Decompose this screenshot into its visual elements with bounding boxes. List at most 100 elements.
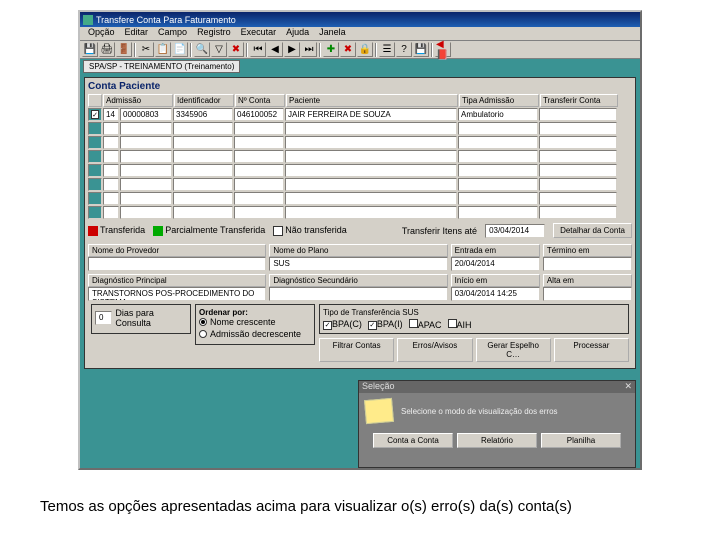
conta-button[interactable]: Conta a Conta: [373, 433, 453, 448]
save-icon[interactable]: 💾: [82, 42, 98, 57]
menu-opcao[interactable]: Opção: [83, 27, 120, 40]
chk-bpai[interactable]: ✓: [368, 321, 377, 330]
planilha-button[interactable]: Planilha: [541, 433, 621, 448]
help-icon[interactable]: ?: [396, 42, 412, 57]
separator: [319, 43, 321, 57]
titlebar: Transfere Conta Para Faturamento: [80, 12, 640, 27]
processar-button[interactable]: Processar: [554, 338, 629, 362]
paste-icon[interactable]: 📄: [172, 42, 188, 57]
diag1-field[interactable]: TRANSTORNOS POS-PROCEDIMENTO DO SISTEMA: [88, 287, 266, 301]
cell-paciente: JAIR FERREIRA DE SOUZA: [285, 108, 457, 121]
menu-registro[interactable]: Registro: [192, 27, 236, 40]
termino-label: Término em: [543, 244, 632, 257]
close-icon[interactable]: ✕: [624, 381, 632, 393]
cut-icon[interactable]: ✂: [138, 42, 154, 57]
cell-conta: 046100052: [234, 108, 284, 121]
detalhar-button[interactable]: Detalhar da Conta: [553, 223, 632, 238]
note-icon: [364, 398, 394, 424]
menu-editar[interactable]: Editar: [120, 27, 154, 40]
cell-seq: 14: [103, 108, 119, 121]
swatch-white: [273, 226, 283, 236]
legend-parcial: Parcialmente Transferida: [165, 225, 265, 235]
legend-transferida: Transferida: [100, 225, 145, 235]
row-check[interactable]: ✓: [91, 110, 99, 119]
table-row[interactable]: ✓ 14 00000803 3345906 046100052 JAIR FER…: [88, 108, 632, 121]
col-admissao: Admissão: [103, 94, 173, 107]
swatch-green: [153, 226, 163, 236]
subtab-label[interactable]: SPA/SP - TREINAMENTO (Treinamento): [83, 60, 240, 73]
plano-field[interactable]: SUS: [269, 257, 447, 271]
separator: [431, 43, 433, 57]
prov-field[interactable]: [88, 257, 266, 271]
table-row[interactable]: [88, 150, 632, 163]
col-transferir: Transferir Conta: [540, 94, 618, 107]
chk-aih[interactable]: [448, 319, 457, 328]
add-icon[interactable]: ✚: [323, 42, 339, 57]
list-icon[interactable]: ☰: [379, 42, 395, 57]
main-panel: Conta Paciente Admissão Identificador Nº…: [84, 77, 636, 369]
menu-executar[interactable]: Executar: [236, 27, 282, 40]
col-tipo: Tipa Admissão: [459, 94, 539, 107]
menu-ajuda[interactable]: Ajuda: [281, 27, 314, 40]
cell-tipo: Ambulatorio: [458, 108, 538, 121]
popup-dialog: Seleção ✕ Selecione o modo de visualizaç…: [358, 380, 636, 468]
menu-janela[interactable]: Janela: [314, 27, 351, 40]
table-row[interactable]: [88, 178, 632, 191]
save2-icon[interactable]: 💾: [413, 42, 429, 57]
table-row[interactable]: [88, 164, 632, 177]
search-icon[interactable]: 🔍: [194, 42, 210, 57]
tipo-transf-box: Tipo de Transferência SUS ✓BPA(C) ✓BPA(I…: [319, 304, 629, 334]
entrada-field[interactable]: 20/04/2014: [451, 257, 540, 271]
relatorio-button[interactable]: Relatório: [457, 433, 537, 448]
delete-icon[interactable]: ✖: [228, 42, 244, 57]
inicio-label: Início em: [451, 274, 540, 287]
prev-icon[interactable]: ◀: [267, 42, 283, 57]
popup-message: Selecione o modo de visualização dos err…: [401, 407, 558, 416]
page-caption: Temos as opções apresentadas acima para …: [40, 498, 572, 515]
table-row[interactable]: [88, 122, 632, 135]
popup-title-text: Seleção: [362, 381, 395, 393]
chk-bpac[interactable]: ✓: [323, 321, 332, 330]
dias-label: Dias para Consulta: [115, 308, 187, 328]
col-paciente: Paciente: [286, 94, 458, 107]
erros-button[interactable]: Erros/Avisos: [397, 338, 472, 362]
termino-field[interactable]: [543, 257, 632, 271]
filtrar-button[interactable]: Filtrar Contas: [319, 338, 394, 362]
swatch-red: [88, 226, 98, 236]
radio-nome[interactable]: [199, 318, 207, 326]
chk-apac[interactable]: [409, 319, 418, 328]
table-row[interactable]: [88, 206, 632, 219]
transfer-date[interactable]: 03/04/2014: [485, 224, 545, 238]
next-icon[interactable]: ▶: [284, 42, 300, 57]
remove-icon[interactable]: ✖: [340, 42, 356, 57]
print-icon[interactable]: 🖨: [99, 42, 115, 57]
close-icon[interactable]: ◀📕: [435, 42, 451, 57]
alta-field[interactable]: [543, 287, 632, 301]
entrada-label: Entrada em: [451, 244, 540, 257]
dias-input[interactable]: 0: [95, 311, 112, 325]
inicio-field[interactable]: 03/04/2014 14:25: [451, 287, 540, 301]
exit-icon[interactable]: 🚪: [116, 42, 132, 57]
copy-icon[interactable]: 📋: [155, 42, 171, 57]
separator: [134, 43, 136, 57]
cell-ident: 3345906: [173, 108, 233, 121]
diag2-field[interactable]: [269, 287, 447, 301]
separator: [190, 43, 192, 57]
diag2-label: Diagnóstico Secundário: [269, 274, 447, 287]
lock-icon[interactable]: 🔒: [357, 42, 373, 57]
table-row[interactable]: [88, 192, 632, 205]
table-row[interactable]: [88, 136, 632, 149]
subtab-bar: SPA/SP - TREINAMENTO (Treinamento): [80, 59, 640, 73]
radio-nome-label: Nome crescente: [210, 317, 276, 327]
menu-campo[interactable]: Campo: [153, 27, 192, 40]
alta-label: Alta em: [543, 274, 632, 287]
legend-date-label: Transferir Itens até: [402, 226, 477, 236]
espelho-button[interactable]: Gerar Espelho C…: [476, 338, 551, 362]
filter-icon[interactable]: ▽: [211, 42, 227, 57]
radio-admissao[interactable]: [199, 330, 207, 338]
separator: [246, 43, 248, 57]
plano-label: Nome do Plano: [269, 244, 447, 257]
first-icon[interactable]: ⏮: [250, 42, 266, 57]
app-icon: [83, 15, 93, 25]
last-icon[interactable]: ⏭: [301, 42, 317, 57]
